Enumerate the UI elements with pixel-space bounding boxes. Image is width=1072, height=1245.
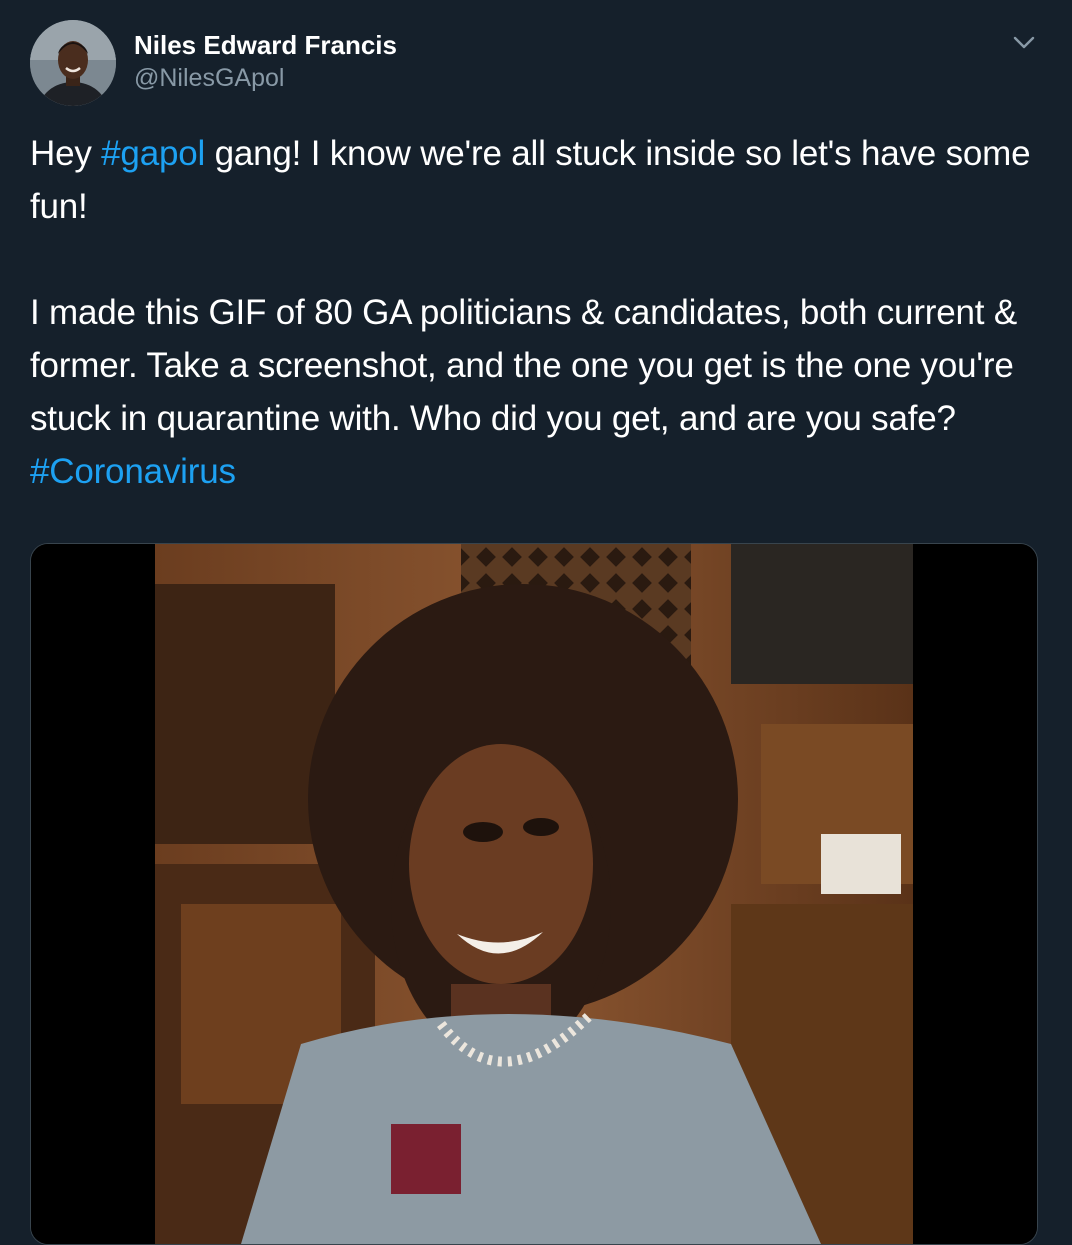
- chevron-down-icon: [1013, 36, 1035, 49]
- avatar[interactable]: [30, 20, 116, 106]
- hashtag-link-coronavirus[interactable]: #Coronavirus: [30, 452, 236, 491]
- tweet-media-gif[interactable]: [30, 543, 1038, 1245]
- author-handle[interactable]: @NilesGApol: [134, 64, 284, 93]
- tweet-menu-button[interactable]: [1006, 28, 1042, 58]
- tweet-text: Hey #gapol gang! I know we're all stuck …: [30, 127, 1040, 498]
- gif-photo: [31, 544, 1037, 1244]
- tweet-paragraph-1: Hey #gapol gang! I know we're all stuck …: [30, 127, 1040, 233]
- tweet: Niles Edward Francis @NilesGApol Hey #ga…: [0, 0, 1072, 1245]
- tweet-paragraph-2: I made this GIF of 80 GA politicians & c…: [30, 286, 1040, 498]
- tweet-text-segment: Hey: [30, 134, 102, 173]
- avatar-photo: [30, 20, 116, 106]
- hashtag-link-gapol[interactable]: #gapol: [101, 134, 205, 173]
- author-display-name[interactable]: Niles Edward Francis: [134, 30, 397, 61]
- tweet-text-segment: I made this GIF of 80 GA politicians & c…: [30, 293, 1017, 438]
